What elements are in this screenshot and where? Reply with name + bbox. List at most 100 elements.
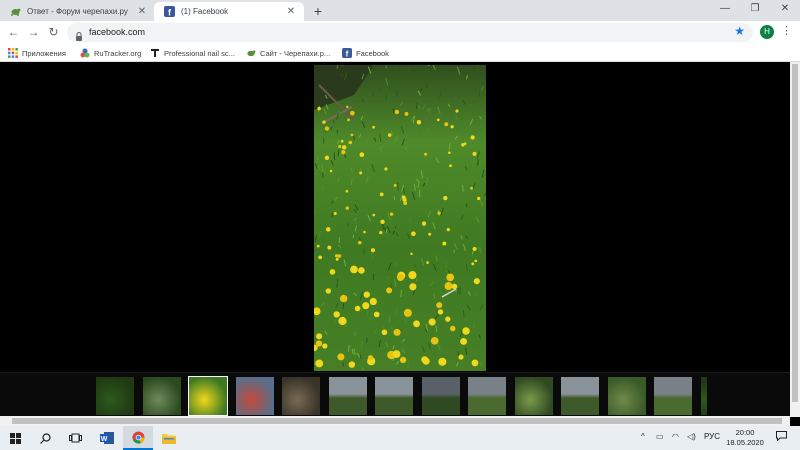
tab-title: (1) Facebook xyxy=(181,7,229,16)
dandelion-flower xyxy=(372,213,376,217)
dandelion-flower xyxy=(333,311,340,318)
dandelion-flower xyxy=(379,192,384,197)
word-icon[interactable]: W xyxy=(92,426,122,450)
bookmark-label: RuTracker.org xyxy=(94,48,142,58)
dandelion-flower xyxy=(444,282,453,291)
dandelion-flower xyxy=(455,109,459,113)
scrollbar-thumb[interactable] xyxy=(12,418,782,424)
thumbnail-field-flat[interactable] xyxy=(468,377,506,415)
bookmark-star-icon[interactable]: ★ xyxy=(734,24,745,38)
grass-blade xyxy=(420,87,422,92)
bookmark-turtle-site[interactable]: Сайт - Черепахи.р... xyxy=(246,46,330,60)
forward-button[interactable]: → xyxy=(25,24,42,41)
volume-icon[interactable]: ◁) xyxy=(687,432,696,441)
dandelion-flower xyxy=(317,106,321,111)
bookmark-apps[interactable]: Приложения xyxy=(8,46,66,60)
dandelion-flower xyxy=(437,211,441,215)
grass-blade xyxy=(316,156,319,160)
tab-turtle-forum[interactable]: Ответ - Форум черепахи.ру ✕ xyxy=(0,2,155,21)
thumbnail-strip xyxy=(0,372,790,416)
reload-button[interactable]: ↻ xyxy=(45,24,62,41)
dandelion-flower xyxy=(449,164,452,168)
dandelion-flower xyxy=(325,288,332,294)
dandelion-flower xyxy=(369,297,377,306)
dandelion-flower xyxy=(333,212,337,216)
thumbnail-field-sky[interactable] xyxy=(375,377,413,415)
dandelion-flower xyxy=(370,248,376,253)
battery-icon[interactable]: ▭ xyxy=(656,432,664,441)
dandelion-flower xyxy=(436,302,443,309)
dandelion-flower xyxy=(442,241,447,246)
dandelion-flower xyxy=(348,361,356,368)
horizontal-scrollbar[interactable] xyxy=(0,416,790,426)
dandelion-flower xyxy=(341,145,347,150)
thumbnail-room-colorful[interactable] xyxy=(235,377,274,415)
grass-blade xyxy=(382,130,385,134)
dandelion-flower xyxy=(350,110,355,116)
thumbnail-grass-dark[interactable] xyxy=(96,377,134,415)
menu-icon[interactable]: ⋮ xyxy=(781,24,792,37)
windows-taskbar: W ^ ▭ ◠ ◁) РУС 20:00 18.05.2020 xyxy=(0,426,800,450)
dandelion-flower xyxy=(339,294,348,303)
main-photo[interactable] xyxy=(314,65,486,371)
clock[interactable]: 20:00 18.05.2020 xyxy=(722,428,768,448)
dandelion-flower xyxy=(450,125,454,129)
thumbnail-bush[interactable] xyxy=(514,377,553,415)
bookmark-facebook[interactable]: f Facebook xyxy=(342,46,389,60)
dandelion-flower xyxy=(428,232,432,236)
thumbnail-garden-rocks[interactable] xyxy=(282,377,320,415)
thumbnail-grass-tall[interactable] xyxy=(607,377,646,415)
dandelion-flower xyxy=(393,328,401,336)
dandelion-flower xyxy=(386,287,393,294)
dandelion-flower xyxy=(474,259,478,263)
svg-text:W: W xyxy=(101,436,108,443)
dandelion-flower xyxy=(393,183,397,187)
dandelion-flower xyxy=(471,262,475,266)
language-indicator[interactable]: РУС xyxy=(704,432,720,441)
dandelion-flower xyxy=(346,105,349,109)
vertical-scrollbar[interactable] xyxy=(790,62,800,417)
back-button[interactable]: ← xyxy=(5,24,22,41)
chevron-up-icon[interactable]: ^ xyxy=(641,432,645,441)
profile-avatar[interactable]: H xyxy=(760,25,774,39)
thumbnail-grass-dandelion[interactable] xyxy=(188,376,228,416)
bookmark-rutracker[interactable]: RuTracker.org xyxy=(80,46,141,60)
new-tab-button[interactable]: + xyxy=(310,3,326,19)
thumbnail-grass-dark[interactable] xyxy=(700,377,707,415)
task-view-icon[interactable] xyxy=(60,426,90,450)
tab-facebook[interactable]: f (1) Facebook ✕ xyxy=(154,2,304,21)
scrollbar-thumb[interactable] xyxy=(792,64,798,402)
thumbnail-field-flat[interactable] xyxy=(654,377,692,415)
start-icon[interactable] xyxy=(0,426,30,450)
clock-time: 20:00 xyxy=(735,428,755,437)
close-tab-icon[interactable]: ✕ xyxy=(284,5,298,19)
dandelion-flower xyxy=(341,150,346,155)
bookmark-label: Professional nail sc... xyxy=(164,48,235,58)
notifications-icon[interactable] xyxy=(776,431,787,443)
dandelion-flower xyxy=(428,318,436,326)
dandelion-flower xyxy=(445,316,451,322)
facebook-icon: f xyxy=(164,6,175,17)
browser-toolbar: ← → ↻ facebook.com ★ H ⋮ xyxy=(0,21,800,44)
search-icon[interactable] xyxy=(30,426,60,450)
maximize-button[interactable]: ❐ xyxy=(740,0,770,18)
bookmarks-bar: Приложения RuTracker.org Professional na… xyxy=(0,44,800,62)
svg-text:f: f xyxy=(346,50,349,58)
file-explorer-icon[interactable] xyxy=(154,426,184,450)
dandelion-flower xyxy=(345,206,349,210)
thumbnail-field-sky[interactable] xyxy=(328,377,367,415)
chrome-icon[interactable] xyxy=(123,426,153,450)
close-tab-icon[interactable]: ✕ xyxy=(135,5,149,19)
dandelion-flower xyxy=(340,139,344,143)
bookmark-nail[interactable]: Professional nail sc... xyxy=(150,46,235,60)
minimize-button[interactable]: — xyxy=(710,0,740,18)
wifi-icon[interactable]: ◠ xyxy=(672,432,679,441)
address-bar[interactable]: facebook.com ★ xyxy=(67,23,753,42)
thumbnail-field-sky-dark[interactable] xyxy=(421,377,460,415)
close-window-button[interactable]: ✕ xyxy=(770,0,800,18)
thumbnail-field-sky[interactable] xyxy=(561,377,599,415)
dandelion-flower xyxy=(409,283,417,291)
thumbnail-grass-path[interactable] xyxy=(142,377,181,415)
dandelion-flower xyxy=(446,273,455,282)
dandelion-flower xyxy=(403,201,408,206)
